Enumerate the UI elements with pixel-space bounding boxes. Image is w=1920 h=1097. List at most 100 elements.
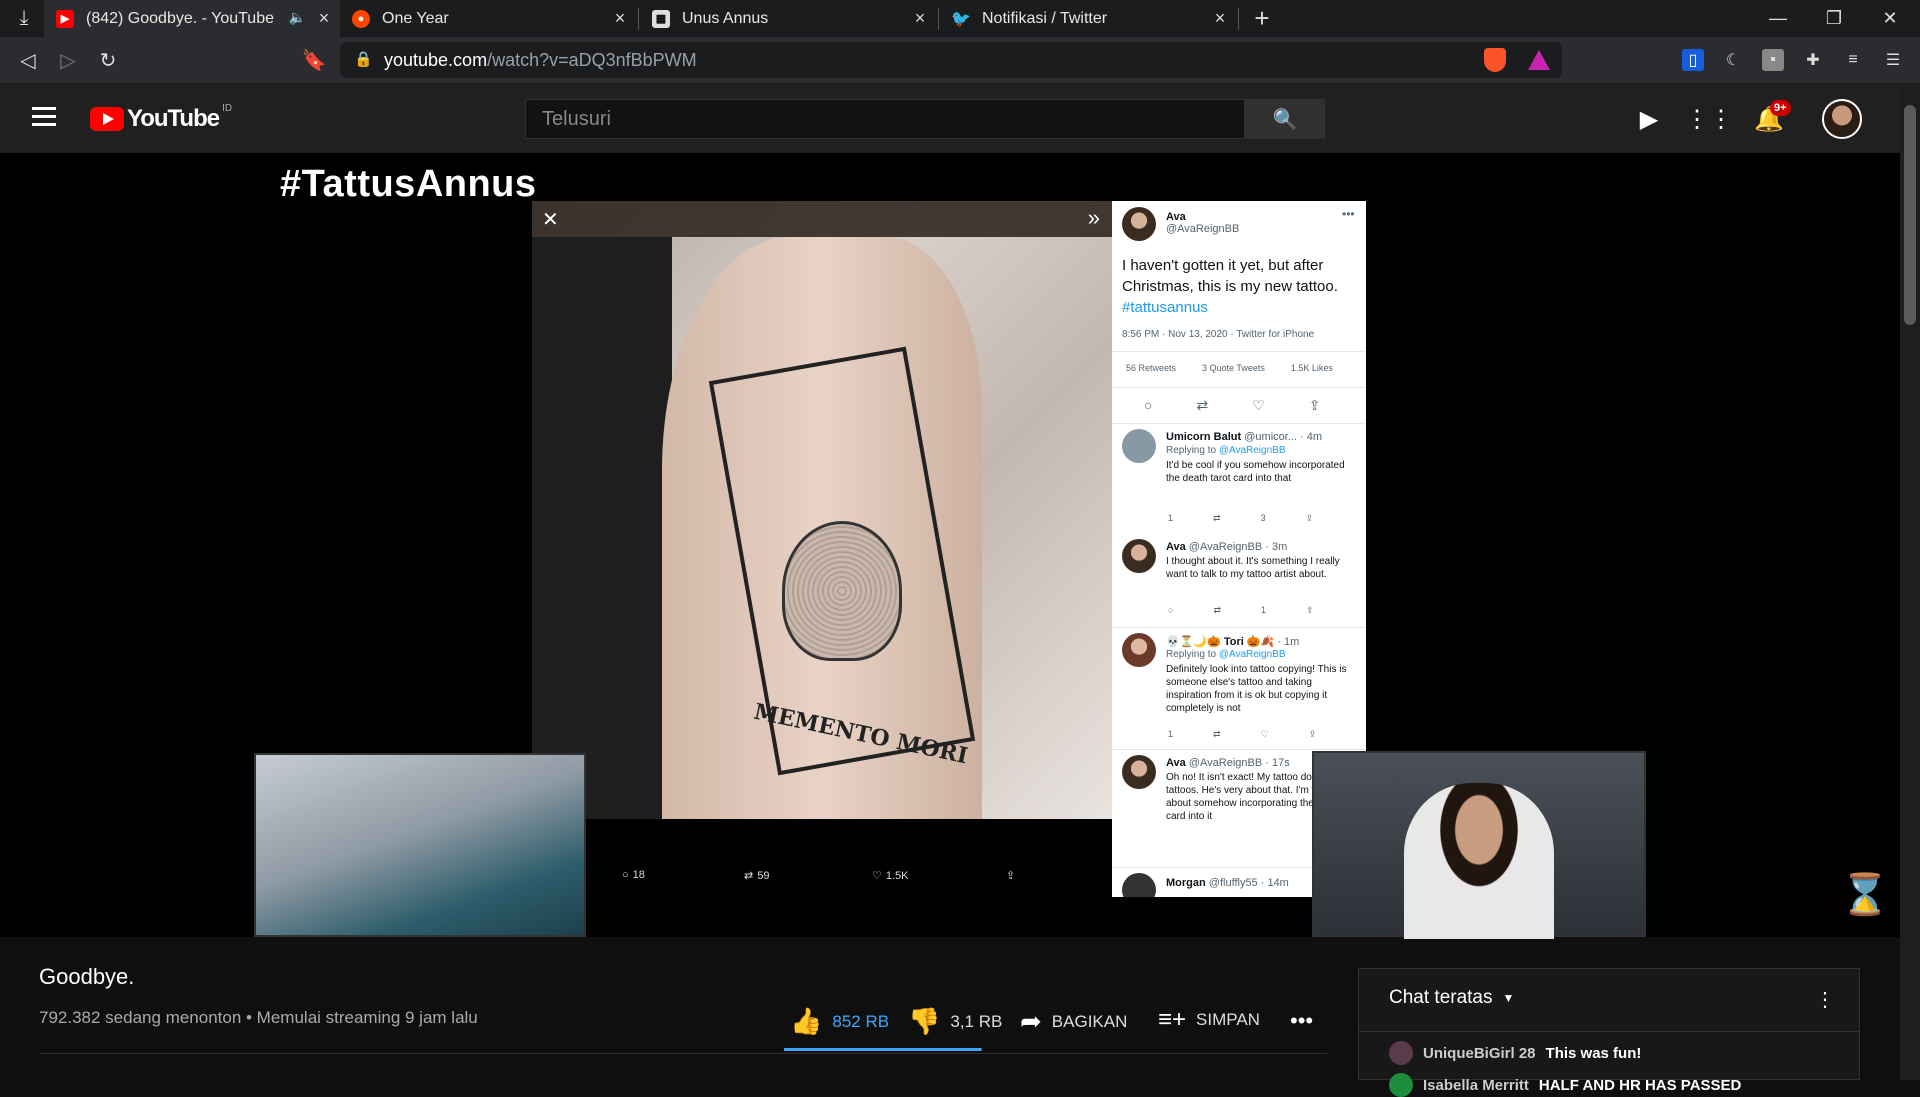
reply-actions: 1 ⇄ 3 ⇪	[1168, 513, 1313, 524]
youtube-logo[interactable]: YouTube ID	[90, 103, 232, 133]
unus-annus-favicon-icon: ▦	[652, 9, 670, 28]
tweet-author-avatar	[1122, 207, 1156, 241]
tweet-screenshot: ✕ » MEMENTO MORI ○ 18 ⇄ 59 ♡ 1.5K ⇪ Ava @Ava…	[532, 201, 1366, 897]
thumb-up-icon: 👍	[790, 1006, 823, 1036]
new-tab-button[interactable]: +	[1248, 3, 1276, 33]
apps-grid-icon[interactable]: ⋮⋮	[1685, 105, 1733, 133]
reload-icon[interactable]: ↻	[94, 46, 122, 74]
reply-author: Ava @AvaReignBB · 3m	[1166, 541, 1288, 553]
heart-icon: ♡	[872, 870, 882, 882]
more-actions-button[interactable]: •••	[1290, 1008, 1313, 1034]
reply-actions: 1 ⇄ ♡ ⇪	[1168, 729, 1316, 740]
chat-text: This was fun!	[1545, 1044, 1642, 1062]
reply-avatar	[1122, 429, 1156, 463]
share-button[interactable]: ➦ BAGIKAN	[1020, 1006, 1127, 1037]
create-video-icon[interactable]: ▶	[1635, 105, 1663, 133]
dislike-button[interactable]: 👎 3,1 RB	[908, 1006, 1002, 1037]
replying-to: Replying to @AvaReignBB	[1166, 445, 1286, 456]
url-bar[interactable]: 🔒 youtube.com/watch?v=aDQ3nfBbPWM	[340, 42, 1562, 78]
back-icon[interactable]: ◁	[14, 46, 42, 74]
divider	[1112, 627, 1366, 628]
like-button[interactable]: 👍 852 RB	[790, 1006, 889, 1037]
shirt	[532, 237, 672, 819]
tab-reddit[interactable]: ● One Year ×	[340, 0, 636, 37]
tab-separator	[1238, 8, 1239, 30]
tab-twitter[interactable]: 🐦 Notifikasi / Twitter ×	[940, 0, 1236, 37]
close-tab-icon[interactable]: ×	[910, 8, 930, 28]
share-icon: ⇪	[1308, 729, 1317, 739]
address-toolbar: ◁ ▷ ↻ 🔖 🔒 youtube.com/watch?v=aDQ3nfBbPW…	[0, 37, 1920, 83]
reply-icon: ○	[1168, 605, 1174, 615]
bookmark-icon[interactable]: 🔖	[300, 46, 328, 74]
save-button[interactable]: ≡+ SIMPAN	[1158, 1006, 1260, 1034]
playlist-icon[interactable]: ≡	[1842, 49, 1864, 71]
stream-overlay-title: #TattusAnnus	[280, 163, 537, 205]
chat-more-icon[interactable]: ⋮	[1815, 987, 1835, 1012]
restore-icon[interactable]: ❐	[1806, 0, 1862, 37]
account-avatar[interactable]	[1822, 99, 1862, 139]
video-player[interactable]: #TattusAnnus ✕ » MEMENTO MORI ○ 18 ⇄ 59 ♡ 1…	[0, 153, 1900, 939]
youtube-favicon-icon: ▶	[56, 9, 74, 28]
like-count: 1	[1260, 605, 1266, 615]
forward-icon[interactable]: ▷	[54, 46, 82, 74]
close-tab-icon[interactable]: ×	[314, 8, 334, 28]
tweet-stats: 56 Retweets 3 Quote Tweets 1.5K Likes	[1126, 363, 1333, 373]
search-input[interactable]	[526, 100, 1244, 138]
reply-text: Definitely look into tattoo copying! Thi…	[1166, 664, 1347, 714]
hourglass-icon: ⌛	[1840, 873, 1890, 917]
divider	[1112, 749, 1366, 750]
url-path: /watch?v=aDQ3nfBbPWM	[487, 50, 697, 70]
tweet-text: I haven't gotten it yet, but after Chris…	[1122, 257, 1338, 316]
close-tab-icon[interactable]: ×	[1210, 8, 1230, 28]
tab-unus-annus[interactable]: ▦ Unus Annus ×	[640, 0, 936, 37]
divider	[1112, 423, 1366, 424]
photo-viewer-bar	[532, 201, 1112, 237]
photo-retweets: ⇄ 59	[744, 869, 770, 883]
tab-title: Unus Annus	[682, 9, 769, 27]
share-label: BAGIKAN	[1051, 1011, 1128, 1031]
retweets-stat: 56 Retweets	[1126, 363, 1177, 373]
like-count: 3	[1260, 513, 1266, 523]
bitwarden-extension-icon[interactable]: ▯	[1682, 49, 1704, 71]
reply-avatar	[1122, 873, 1156, 897]
url-host: youtube.com	[384, 50, 488, 70]
share-icon: ⇪	[1308, 397, 1321, 413]
dark-reader-extension-icon[interactable]: ☾	[1722, 49, 1744, 71]
reply-author: Ava @AvaReignBB · 17s	[1166, 757, 1290, 769]
notification-badge: 9+	[1770, 100, 1791, 116]
share-icon: ⇪	[1006, 870, 1016, 882]
chat-filter-dropdown[interactable]: Chat teratas ▼	[1389, 987, 1514, 1009]
close-icon: ✕	[542, 209, 559, 231]
chat-author: Isabella Merritt	[1423, 1076, 1529, 1094]
youtube-wordmark: YouTube	[127, 105, 220, 132]
replying-to: Replying to @AvaReignBB	[1166, 649, 1286, 660]
tweet-meta: 8:56 PM · Nov 13, 2020 · Twitter for iPh…	[1122, 329, 1315, 340]
search-button[interactable]: 🔍	[1245, 99, 1325, 139]
brave-shield-icon[interactable]	[1484, 48, 1506, 72]
minimize-icon[interactable]: —	[1750, 0, 1806, 37]
heart-icon: ♡	[1260, 729, 1269, 739]
brave-rewards-icon[interactable]	[1528, 50, 1550, 70]
extension-icon[interactable]: ▪	[1762, 49, 1784, 71]
close-tab-icon[interactable]: ×	[610, 8, 630, 28]
speaker-icon[interactable]: 🔈	[289, 9, 306, 26]
like-count: 852 RB	[832, 1011, 890, 1031]
extensions-puzzle-icon[interactable]: ✚	[1802, 49, 1824, 71]
chat-message: Isabella Merritt HALF AND HR HAS PASSED	[1389, 1073, 1741, 1097]
browser-menu-icon[interactable]: ☰	[1882, 49, 1904, 71]
reply-count: 1	[1168, 729, 1174, 739]
menu-icon[interactable]	[32, 107, 56, 127]
scrollbar-thumb[interactable]	[1904, 105, 1916, 325]
url-text: youtube.com/watch?v=aDQ3nfBbPWM	[384, 50, 697, 71]
photo-likes: ♡ 1.5K	[872, 869, 909, 883]
chat-avatar	[1389, 1073, 1413, 1097]
close-window-icon[interactable]: ✕	[1862, 0, 1918, 37]
search-icon: 🔍	[1272, 108, 1298, 131]
reply-count: 1	[1168, 513, 1174, 523]
downloads-icon[interactable]: ⤓	[10, 4, 38, 32]
tab-separator	[938, 8, 939, 30]
save-label: SIMPAN	[1196, 1010, 1260, 1029]
tab-youtube[interactable]: ▶ (842) Goodbye. - YouTube 🔈 ×	[44, 0, 340, 37]
reply-avatar	[1122, 755, 1156, 789]
quotes-stat: 3 Quote Tweets	[1202, 363, 1265, 373]
